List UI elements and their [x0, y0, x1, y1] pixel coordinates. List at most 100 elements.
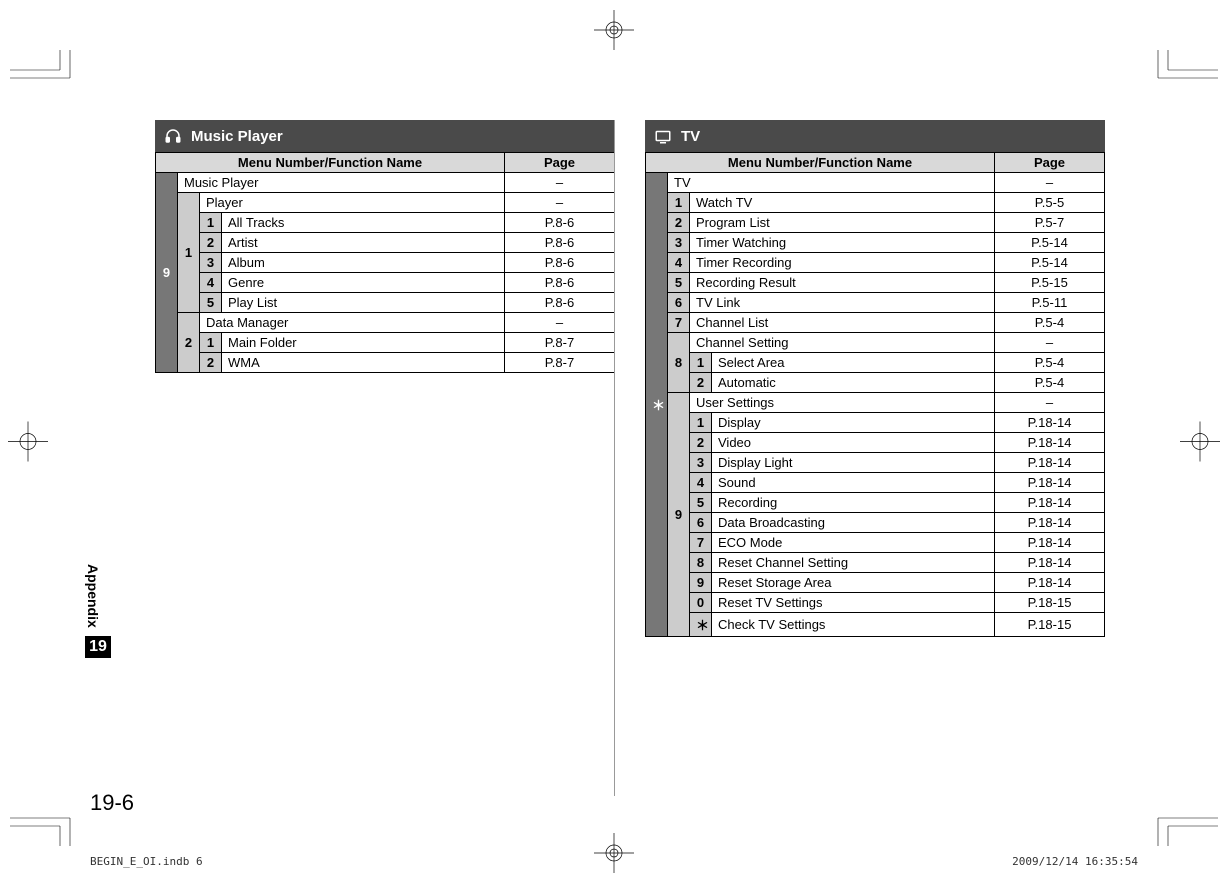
level2-number: 1 — [668, 193, 690, 213]
row-name: Data Broadcasting — [712, 513, 995, 533]
table-row: 9Reset Storage AreaP.18-14 — [646, 573, 1105, 593]
level3-number: 7 — [690, 533, 712, 553]
row-name: Channel Setting — [690, 333, 995, 353]
table-header-row: Menu Number/Function Name Page — [646, 153, 1105, 173]
crop-mark-tr — [1148, 50, 1218, 90]
col-header-page: Page — [505, 153, 615, 173]
row-name: Select Area — [712, 353, 995, 373]
level3-number: ＊ — [690, 613, 712, 637]
table-row: 9Music Player– — [156, 173, 615, 193]
level3-number: 2 — [690, 433, 712, 453]
music-table: Menu Number/Function Name Page 9Music Pl… — [155, 152, 615, 373]
row-page: P.18-15 — [995, 593, 1105, 613]
level1-number: ＊ — [646, 173, 668, 637]
level2-number: 3 — [668, 233, 690, 253]
table-row: 7Channel ListP.5-4 — [646, 313, 1105, 333]
row-page: P.8-6 — [505, 253, 615, 273]
table-row: 2ArtistP.8-6 — [156, 233, 615, 253]
table-row: 8Reset Channel SettingP.18-14 — [646, 553, 1105, 573]
table-row: 2Program ListP.5-7 — [646, 213, 1105, 233]
row-page: P.18-14 — [995, 453, 1105, 473]
level2-number: 2 — [668, 213, 690, 233]
row-page: P.5-4 — [995, 313, 1105, 333]
row-page: P.18-14 — [995, 513, 1105, 533]
level3-number: 4 — [690, 473, 712, 493]
level2-number: 8 — [668, 333, 690, 393]
row-name: Channel List — [690, 313, 995, 333]
row-name: Play List — [222, 293, 505, 313]
row-page: – — [995, 393, 1105, 413]
level3-number: 9 — [690, 573, 712, 593]
table-row: 4GenreP.8-6 — [156, 273, 615, 293]
row-page: P.5-15 — [995, 273, 1105, 293]
level2-number: 2 — [178, 313, 200, 373]
row-page: P.8-6 — [505, 293, 615, 313]
row-name: Watch TV — [690, 193, 995, 213]
table-row: 8Channel Setting– — [646, 333, 1105, 353]
row-name: Program List — [690, 213, 995, 233]
level2-number: 4 — [668, 253, 690, 273]
row-page: P.18-14 — [995, 413, 1105, 433]
section-header-music: Music Player — [155, 120, 615, 152]
table-row: 2AutomaticP.5-4 — [646, 373, 1105, 393]
registration-mark-right — [1180, 422, 1220, 465]
row-name: Player — [200, 193, 505, 213]
row-name: Reset TV Settings — [712, 593, 995, 613]
left-column: Music Player Menu Number/Function Name P… — [155, 120, 615, 637]
row-name: Timer Watching — [690, 233, 995, 253]
level2-number: 6 — [668, 293, 690, 313]
row-name: TV Link — [690, 293, 995, 313]
row-name: Display Light — [712, 453, 995, 473]
chapter-number: 19 — [85, 636, 111, 658]
row-page: P.18-14 — [995, 433, 1105, 453]
crop-mark-bl — [10, 806, 80, 846]
row-page: P.18-14 — [995, 573, 1105, 593]
row-name: User Settings — [690, 393, 995, 413]
table-row: 6Data BroadcastingP.18-14 — [646, 513, 1105, 533]
tv-table: Menu Number/Function Name Page ＊TV–1Watc… — [645, 152, 1105, 637]
section-title: TV — [681, 128, 700, 145]
row-page: P.8-6 — [505, 213, 615, 233]
right-column: TV Menu Number/Function Name Page ＊TV–1W… — [645, 120, 1105, 637]
table-row: 6TV LinkP.5-11 — [646, 293, 1105, 313]
table-row: 1Main FolderP.8-7 — [156, 333, 615, 353]
table-row: 2VideoP.18-14 — [646, 433, 1105, 453]
page-number: 19-6 — [90, 790, 134, 816]
table-row: 1DisplayP.18-14 — [646, 413, 1105, 433]
level2-number: 9 — [668, 393, 690, 637]
level3-number: 4 — [200, 273, 222, 293]
table-row: 1All TracksP.8-6 — [156, 213, 615, 233]
table-row: 2WMAP.8-7 — [156, 353, 615, 373]
row-page: P.8-6 — [505, 233, 615, 253]
row-name: Display — [712, 413, 995, 433]
row-name: Album — [222, 253, 505, 273]
row-page: P.8-7 — [505, 333, 615, 353]
row-page: P.5-5 — [995, 193, 1105, 213]
row-page: – — [505, 313, 615, 333]
row-page: P.5-4 — [995, 353, 1105, 373]
level3-number: 1 — [200, 213, 222, 233]
level2-number: 7 — [668, 313, 690, 333]
registration-mark-left — [8, 422, 48, 465]
row-name: ECO Mode — [712, 533, 995, 553]
col-header-menu: Menu Number/Function Name — [646, 153, 995, 173]
headphones-icon — [163, 126, 183, 146]
level3-number: 1 — [200, 333, 222, 353]
level3-number: 5 — [690, 493, 712, 513]
row-name: Check TV Settings — [712, 613, 995, 637]
tv-icon — [653, 126, 673, 146]
row-page: P.18-15 — [995, 613, 1105, 637]
level3-number: 8 — [690, 553, 712, 573]
level3-number: 3 — [200, 253, 222, 273]
level3-number: 2 — [200, 233, 222, 253]
level2-number: 5 — [668, 273, 690, 293]
table-row: 7ECO ModeP.18-14 — [646, 533, 1105, 553]
row-name: All Tracks — [222, 213, 505, 233]
level3-number: 6 — [690, 513, 712, 533]
row-page: P.5-7 — [995, 213, 1105, 233]
row-page: – — [995, 333, 1105, 353]
table-row: 1Watch TVP.5-5 — [646, 193, 1105, 213]
crop-mark-br — [1148, 806, 1218, 846]
row-page: P.18-14 — [995, 553, 1105, 573]
footer-left: BEGIN_E_OI.indb 6 — [90, 855, 203, 868]
